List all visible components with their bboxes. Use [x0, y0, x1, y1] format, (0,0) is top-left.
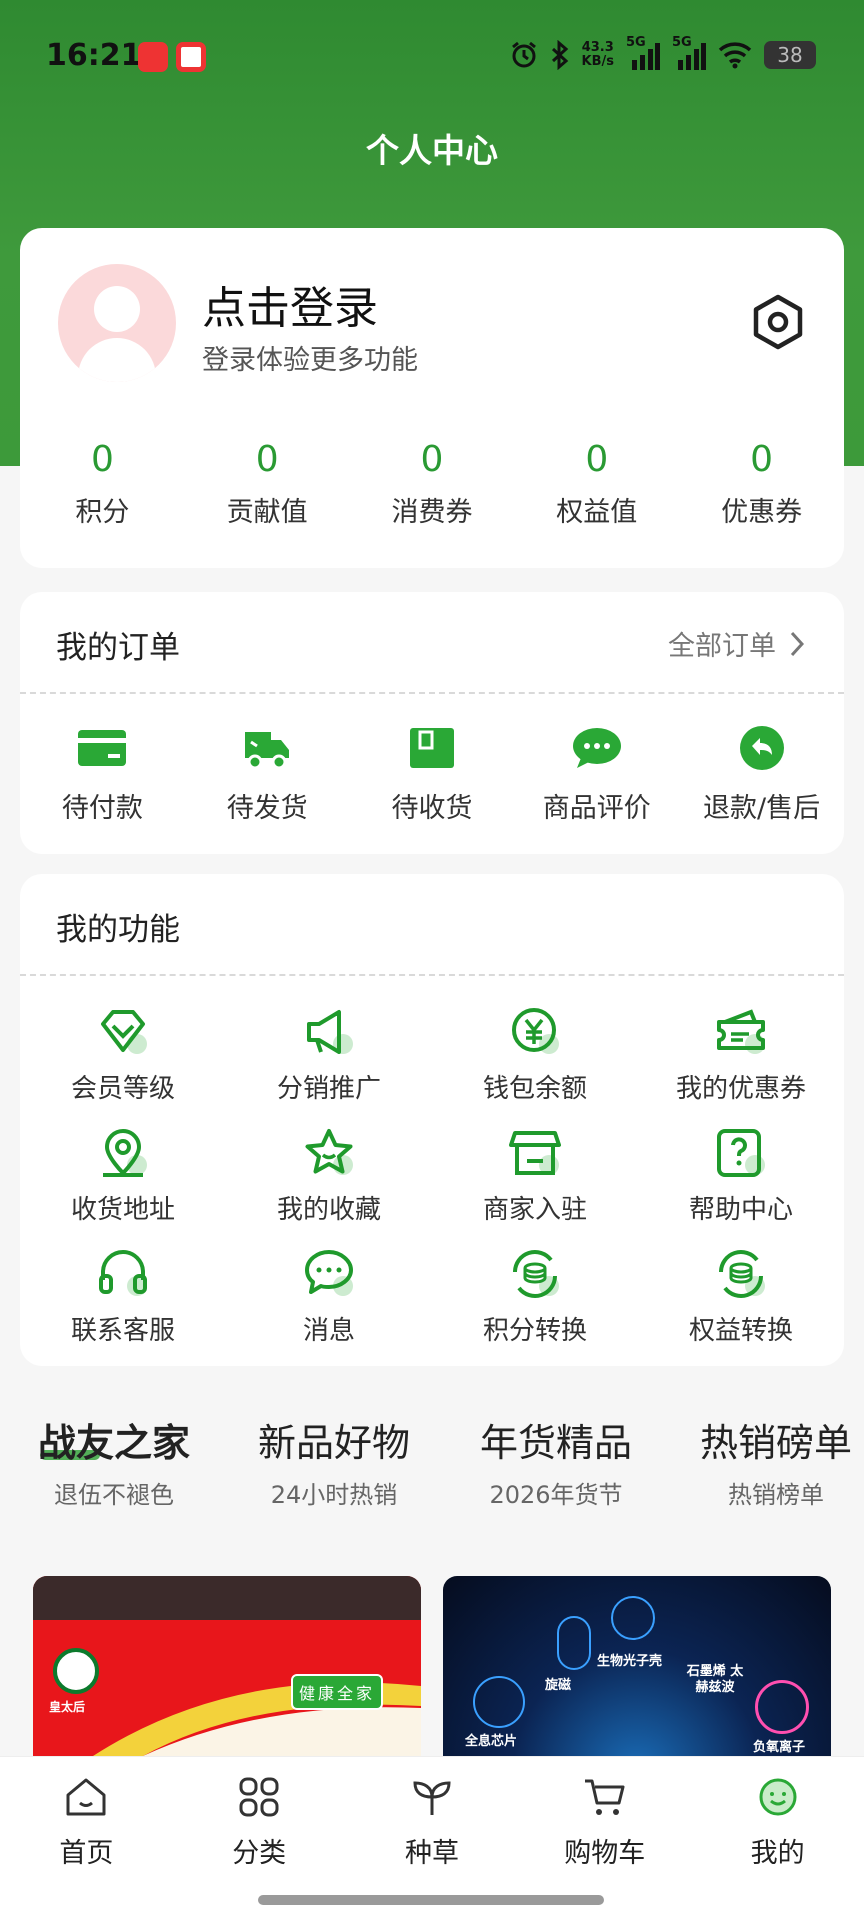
product-card[interactable]: 旋磁 生物光子壳 石墨烯 太赫兹波 全息芯片 负氧离子	[443, 1576, 831, 1756]
home-icon	[66, 1778, 106, 1816]
page-title: 个人中心	[366, 131, 498, 170]
package-icon	[409, 728, 454, 768]
app-notification-icon	[138, 42, 168, 72]
promo-tab-new-year-goods[interactable]: 年货精品 2026年货节	[476, 1412, 636, 1510]
location-icon	[103, 1129, 147, 1177]
login-title[interactable]: 点击登录	[202, 272, 378, 336]
promo-tab-new-products[interactable]: 新品好物 24小时热销	[254, 1412, 414, 1510]
headset-icon	[99, 1250, 147, 1296]
help-icon	[717, 1129, 765, 1177]
func-shipping-address[interactable]: 收货地址	[20, 1127, 226, 1226]
order-status-row: 待付款 待发货 待收货 商品评价 退款/售后	[20, 724, 844, 825]
order-pending-receipt[interactable]: 待收货	[350, 724, 515, 825]
divider	[20, 974, 844, 976]
status-bar: 16:21 43.3 KB/s 5G 5G 38	[0, 30, 864, 86]
order-pending-shipment[interactable]: 待发货	[185, 724, 350, 825]
promo-tab-veterans[interactable]: 战友之家 退伍不褪色	[34, 1412, 194, 1510]
order-refund[interactable]: 退款/售后	[679, 724, 844, 825]
tab-category[interactable]: 分类	[173, 1775, 346, 1870]
network-speed: 43.3 KB/s	[581, 40, 614, 69]
settings-icon[interactable]	[748, 292, 808, 352]
home-indicator[interactable]	[258, 1895, 604, 1905]
feature-label: 负氧离子	[753, 1740, 806, 1755]
func-wallet-balance[interactable]: 钱包余额	[432, 1006, 638, 1105]
functions-title: 我的功能	[56, 912, 180, 948]
feature-node	[755, 1680, 809, 1734]
functions-card: 我的功能 会员等级 分销推广 钱包余额 我的优惠券 收货地址 我的收藏 商家入驻…	[20, 874, 844, 1366]
orders-title: 我的订单	[56, 630, 180, 666]
func-customer-service[interactable]: 联系客服	[20, 1248, 226, 1347]
message-icon	[305, 1250, 353, 1296]
wifi-icon	[718, 42, 752, 69]
return-icon	[739, 726, 784, 770]
stat-coupons[interactable]: 0 优惠券	[679, 438, 844, 529]
avatar[interactable]	[58, 264, 176, 382]
stat-points[interactable]: 0 积分	[20, 438, 185, 529]
feature-label: 全息芯片	[465, 1734, 518, 1749]
stat-consumption-voucher[interactable]: 0 消费券	[350, 438, 515, 529]
smile-icon	[759, 1778, 797, 1816]
card-icon	[78, 730, 127, 766]
product-card[interactable]: 皇太后 健康全家	[33, 1576, 421, 1756]
coin-exchange-icon	[719, 1250, 765, 1298]
func-my-coupons[interactable]: 我的优惠券	[638, 1006, 844, 1105]
signal-icon: 5G	[672, 36, 706, 70]
promo-tabs: 战友之家 退伍不褪色 新品好物 24小时热销 年货精品 2026年货节 热销磅单…	[0, 1412, 864, 1522]
tab-me[interactable]: 我的	[691, 1775, 864, 1870]
megaphone-icon	[307, 1010, 353, 1054]
comment-icon	[572, 728, 621, 768]
func-merchant-join[interactable]: 商家入驻	[432, 1127, 638, 1226]
diamond-icon	[101, 1010, 147, 1054]
order-pending-payment[interactable]: 待付款	[20, 724, 185, 825]
feature-node	[557, 1616, 591, 1670]
bottom-tab-bar: 首页 分类 种草 购物车 我的	[0, 1756, 864, 1920]
cart-icon	[584, 1779, 625, 1815]
app-notification-icon	[176, 42, 206, 72]
battery-icon: 38	[764, 41, 816, 69]
bluetooth-icon	[551, 40, 568, 70]
coupon-icon	[717, 1009, 765, 1054]
tab-home[interactable]: 首页	[0, 1775, 173, 1870]
truck-icon	[245, 732, 290, 770]
order-review[interactable]: 商品评价	[514, 724, 679, 825]
all-orders-link[interactable]: 全部订单	[668, 624, 804, 663]
orders-card: 我的订单 全部订单 待付款 待发货 待收货 商品评价 退款/售后	[20, 592, 844, 854]
login-subtitle: 登录体验更多功能	[202, 345, 418, 376]
yen-icon	[512, 1008, 559, 1054]
star-icon	[305, 1129, 353, 1175]
signal-icon: 5G	[626, 36, 660, 70]
stat-equity[interactable]: 0 权益值	[514, 438, 679, 529]
product-tag: 健康全家	[291, 1674, 384, 1710]
tab-cart[interactable]: 购物车	[518, 1775, 691, 1870]
feature-label: 石墨烯 太赫兹波	[686, 1664, 744, 1695]
feature-label: 旋磁	[545, 1678, 572, 1693]
feature-node	[473, 1676, 525, 1728]
status-time: 16:21	[46, 38, 142, 73]
alarm-icon	[511, 41, 536, 68]
grid-icon	[239, 1777, 279, 1817]
func-distribution[interactable]: 分销推广	[226, 1006, 432, 1105]
stats-row: 0 积分 0 贡献值 0 消费券 0 权益值 0 优惠券	[20, 438, 844, 529]
sprout-icon	[413, 1781, 451, 1815]
func-messages[interactable]: 消息	[226, 1248, 432, 1347]
feature-label: 生物光子壳	[597, 1654, 663, 1669]
tab-discover[interactable]: 种草	[346, 1775, 519, 1870]
promo-tab-best-sellers[interactable]: 热销磅单 热销榜单	[696, 1412, 856, 1510]
profile-card: 点击登录 登录体验更多功能 0 积分 0 贡献值 0 消费券 0 权益值 0 优…	[20, 228, 844, 568]
func-favorites[interactable]: 我的收藏	[226, 1127, 432, 1226]
func-help-center[interactable]: 帮助中心	[638, 1127, 844, 1226]
stat-contribution[interactable]: 0 贡献值	[185, 438, 350, 529]
store-icon	[509, 1131, 561, 1175]
chevron-right-icon	[790, 631, 804, 656]
func-member-level[interactable]: 会员等级	[20, 1006, 226, 1105]
functions-grid: 会员等级 分销推广 钱包余额 我的优惠券 收货地址 我的收藏 商家入驻 帮助中心…	[20, 1006, 844, 1347]
func-equity-exchange[interactable]: 权益转换	[638, 1248, 844, 1347]
feature-node	[611, 1596, 655, 1640]
coin-exchange-icon	[513, 1250, 559, 1298]
divider	[20, 692, 844, 694]
func-points-exchange[interactable]: 积分转换	[432, 1248, 638, 1347]
